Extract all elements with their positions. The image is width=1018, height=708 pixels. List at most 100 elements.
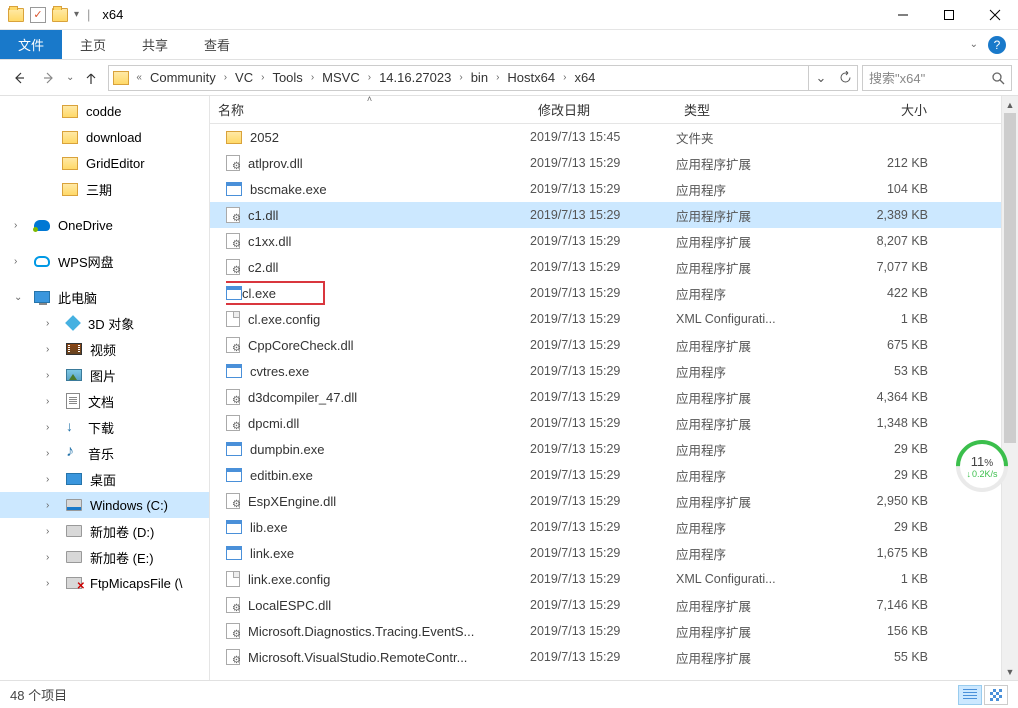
file-row[interactable]: d3dcompiler_47.dll2019/7/13 15:29应用程序扩展4…: [210, 384, 1001, 410]
scroll-down-icon[interactable]: ▼: [1002, 663, 1018, 680]
file-row[interactable]: bscmake.exe2019/7/13 15:29应用程序104 KB: [210, 176, 1001, 202]
sidebar-item-onedrive[interactable]: ›OneDrive: [0, 212, 209, 238]
close-button[interactable]: [972, 0, 1018, 30]
search-input[interactable]: 搜索"x64": [862, 65, 1012, 91]
tab-home[interactable]: 主页: [62, 30, 124, 59]
breadcrumb-segment[interactable]: Tools: [267, 66, 307, 90]
chevron-right-icon[interactable]: ›: [221, 72, 230, 83]
file-row[interactable]: link.exe.config2019/7/13 15:29XML Config…: [210, 566, 1001, 592]
file-row[interactable]: c1.dll2019/7/13 15:29应用程序扩展2,389 KB: [210, 202, 1001, 228]
chevron-right-icon[interactable]: ›: [14, 220, 26, 231]
chevron-right-icon[interactable]: ›: [46, 552, 58, 563]
maximize-button[interactable]: [926, 0, 972, 30]
sidebar-item-pc-child[interactable]: ›Windows (C:): [0, 492, 209, 518]
file-row[interactable]: editbin.exe2019/7/13 15:29应用程序29 KB: [210, 462, 1001, 488]
chevron-right-icon[interactable]: ›: [46, 500, 58, 511]
chevron-down-icon[interactable]: ⌄: [14, 292, 26, 303]
sidebar-item-pc-child[interactable]: ›FtpMicapsFile (\: [0, 570, 209, 596]
back-button[interactable]: [6, 65, 32, 91]
breadcrumb-segment[interactable]: MSVC: [317, 66, 365, 90]
chevron-right-icon[interactable]: «: [133, 72, 145, 83]
sidebar-item-pc-child[interactable]: ›文档: [0, 388, 209, 414]
chevron-right-icon[interactable]: ›: [456, 72, 465, 83]
up-button[interactable]: [78, 65, 104, 91]
ribbon-expand-icon[interactable]: ⌄: [970, 39, 978, 50]
file-row[interactable]: link.exe2019/7/13 15:29应用程序1,675 KB: [210, 540, 1001, 566]
sidebar-item-quick[interactable]: codde: [0, 98, 209, 124]
file-row[interactable]: CppCoreCheck.dll2019/7/13 15:29应用程序扩展675…: [210, 332, 1001, 358]
forward-button[interactable]: [36, 65, 62, 91]
chevron-right-icon[interactable]: ›: [258, 72, 267, 83]
chevron-right-icon[interactable]: ›: [46, 370, 58, 381]
sidebar-item-pc-child[interactable]: ›3D 对象: [0, 310, 209, 336]
column-type[interactable]: 类型: [676, 96, 832, 123]
file-row[interactable]: lib.exe2019/7/13 15:29应用程序29 KB: [210, 514, 1001, 540]
file-row[interactable]: atlprov.dll2019/7/13 15:29应用程序扩展212 KB: [210, 150, 1001, 176]
file-row[interactable]: 20522019/7/13 15:45文件夹: [210, 124, 1001, 150]
sidebar-item-pc-child[interactable]: ›桌面: [0, 466, 209, 492]
chevron-right-icon[interactable]: ›: [46, 578, 58, 589]
file-row[interactable]: cl.exe2019/7/13 15:29应用程序422 KB: [210, 280, 1001, 306]
chevron-right-icon[interactable]: ›: [365, 72, 374, 83]
tab-share[interactable]: 共享: [124, 30, 186, 59]
breadcrumb-segment[interactable]: bin: [466, 66, 493, 90]
file-row[interactable]: cvtres.exe2019/7/13 15:29应用程序53 KB: [210, 358, 1001, 384]
breadcrumb-segment[interactable]: VC: [230, 66, 258, 90]
file-row[interactable]: c2.dll2019/7/13 15:29应用程序扩展7,077 KB: [210, 254, 1001, 280]
speed-widget[interactable]: 11% 0.2K/s: [952, 440, 1012, 512]
file-row[interactable]: dpcmi.dll2019/7/13 15:29应用程序扩展1,348 KB: [210, 410, 1001, 436]
chevron-right-icon[interactable]: ›: [46, 474, 58, 485]
breadcrumb-segment[interactable]: Community: [145, 66, 221, 90]
file-row[interactable]: c1xx.dll2019/7/13 15:29应用程序扩展8,207 KB: [210, 228, 1001, 254]
sidebar-item-pc-child[interactable]: ›新加卷 (D:): [0, 518, 209, 544]
minimize-button[interactable]: [880, 0, 926, 30]
sidebar-item-quick[interactable]: download: [0, 124, 209, 150]
sidebar-item-pc-child[interactable]: ›下载: [0, 414, 209, 440]
file-row[interactable]: cl.exe.config2019/7/13 15:29XML Configur…: [210, 306, 1001, 332]
chevron-right-icon[interactable]: ›: [493, 72, 502, 83]
sidebar-item-thispc[interactable]: ⌄此电脑: [0, 284, 209, 310]
help-icon[interactable]: ?: [988, 36, 1006, 54]
sidebar-item-pc-child[interactable]: ›图片: [0, 362, 209, 388]
column-name[interactable]: ˄名称: [210, 96, 530, 123]
file-row[interactable]: Microsoft.VisualStudio.RemoteContr...201…: [210, 644, 1001, 670]
tab-view[interactable]: 查看: [186, 30, 248, 59]
checkbox-icon[interactable]: ✓: [30, 7, 46, 23]
chevron-down-icon[interactable]: ▾: [74, 9, 79, 20]
scroll-thumb[interactable]: [1004, 113, 1016, 443]
chevron-right-icon[interactable]: ›: [46, 448, 58, 459]
refresh-icon[interactable]: [833, 66, 857, 90]
file-row[interactable]: EspXEngine.dll2019/7/13 15:29应用程序扩展2,950…: [210, 488, 1001, 514]
view-icons-button[interactable]: [984, 685, 1008, 705]
sidebar-item-pc-child[interactable]: ›♪音乐: [0, 440, 209, 466]
sidebar-item-wps[interactable]: ›WPS网盘: [0, 248, 209, 274]
address-dropdown-icon[interactable]: ⌄: [809, 66, 833, 90]
file-list[interactable]: ˄名称 修改日期 类型 大小 20522019/7/13 15:45文件夹atl…: [210, 96, 1001, 680]
file-row[interactable]: dumpbin.exe2019/7/13 15:29应用程序29 KB: [210, 436, 1001, 462]
chevron-right-icon[interactable]: ›: [560, 72, 569, 83]
address-bar[interactable]: « Community › VC › Tools › MSVC › 14.16.…: [108, 65, 858, 91]
breadcrumb-segment[interactable]: Hostx64: [502, 66, 560, 90]
chevron-right-icon[interactable]: ›: [46, 526, 58, 537]
chevron-right-icon[interactable]: ›: [308, 72, 317, 83]
vertical-scrollbar[interactable]: ▲ ▼: [1001, 96, 1018, 680]
file-row[interactable]: Microsoft.Diagnostics.Tracing.EventS...2…: [210, 618, 1001, 644]
chevron-right-icon[interactable]: ›: [46, 344, 58, 355]
sidebar-item-quick[interactable]: 三期: [0, 176, 209, 202]
tab-file[interactable]: 文件: [0, 30, 62, 59]
chevron-right-icon[interactable]: ›: [46, 396, 58, 407]
history-dropdown-icon[interactable]: ⌄: [66, 72, 74, 83]
chevron-right-icon[interactable]: ›: [46, 318, 58, 329]
scroll-up-icon[interactable]: ▲: [1002, 96, 1018, 113]
sidebar-item-pc-child[interactable]: ›新加卷 (E:): [0, 544, 209, 570]
chevron-right-icon[interactable]: ›: [46, 422, 58, 433]
column-size[interactable]: 大小: [832, 96, 936, 123]
column-date[interactable]: 修改日期: [530, 96, 676, 123]
sidebar-item-pc-child[interactable]: ›视频: [0, 336, 209, 362]
chevron-right-icon[interactable]: ›: [14, 256, 26, 267]
sidebar-item-quick[interactable]: GridEditor: [0, 150, 209, 176]
view-details-button[interactable]: [958, 685, 982, 705]
breadcrumb-segment[interactable]: 14.16.27023: [374, 66, 456, 90]
file-row[interactable]: LocalESPC.dll2019/7/13 15:29应用程序扩展7,146 …: [210, 592, 1001, 618]
breadcrumb-segment[interactable]: x64: [569, 66, 600, 90]
